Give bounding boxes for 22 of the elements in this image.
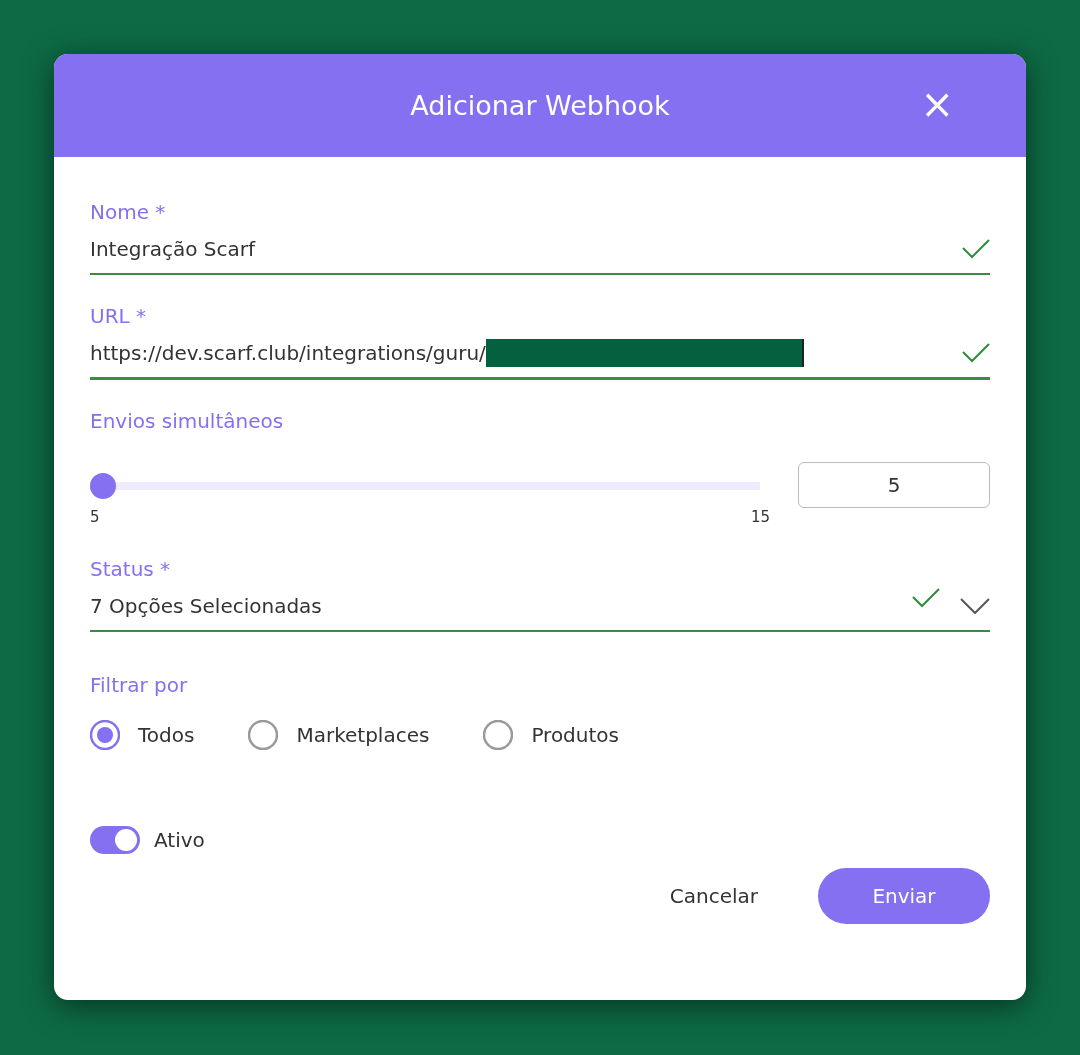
toggle-switch[interactable] <box>90 826 140 854</box>
text-field[interactable]: https://dev.scarf.club/integrations/guru/ <box>90 329 990 380</box>
send-button[interactable]: Enviar <box>818 868 990 924</box>
slider-label: Envios simultâneos <box>90 408 285 434</box>
radio-option[interactable]: Produtos <box>483 720 619 750</box>
field-label: Status * <box>90 556 172 582</box>
text-field[interactable]: Integração Scarf <box>90 225 990 275</box>
dialog-title: Adicionar Webhook <box>410 90 670 121</box>
close-button[interactable]: × <box>920 82 954 126</box>
field-label: Nome * <box>90 199 167 225</box>
slider-thumb[interactable] <box>90 473 116 499</box>
field-label: URL * <box>90 303 148 329</box>
max-label: 15 <box>750 508 770 526</box>
toggle-label: Ativo <box>154 828 205 852</box>
select-field[interactable]: 7 Opções Selecionadas <box>90 582 990 632</box>
radio-option[interactable]: Todos <box>90 720 195 750</box>
number-input[interactable]: 5 <box>798 462 990 508</box>
cancel-button[interactable]: Cancelar <box>663 883 764 909</box>
chevron-down-icon <box>960 598 990 614</box>
radio-option[interactable]: Marketplaces <box>248 720 430 750</box>
min-label: 5 <box>90 508 100 526</box>
filter-label: Filtrar por <box>90 672 189 698</box>
